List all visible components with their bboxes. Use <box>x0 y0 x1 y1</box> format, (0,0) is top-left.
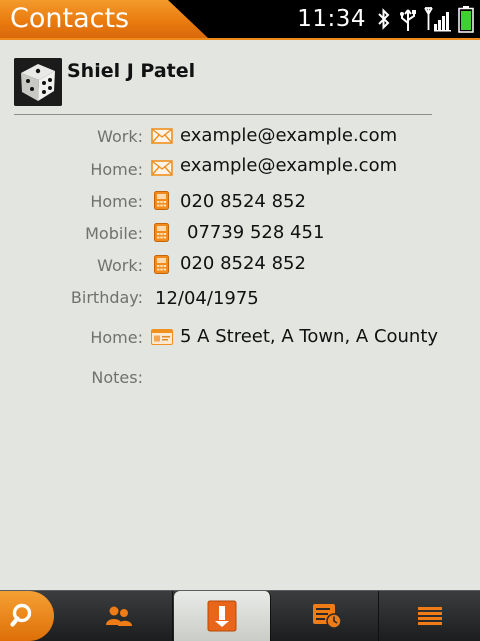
history-tab[interactable] <box>276 591 379 641</box>
dice-image <box>14 58 62 106</box>
address-card-icon <box>151 329 173 349</box>
clock: 11:34 <box>297 6 366 32</box>
home-address-label: Home: <box>90 328 143 347</box>
work-email-value[interactable]: example@example.com <box>180 125 397 146</box>
home-phone-value[interactable]: 020 8524 852 <box>180 191 306 212</box>
contact-header: Shiel J Patel <box>14 58 432 116</box>
phone-icon <box>154 223 169 246</box>
search-icon <box>10 603 32 627</box>
phone-icon <box>154 255 169 278</box>
bottom-toolbar <box>0 590 480 641</box>
bluetooth-icon <box>378 8 390 30</box>
home-email-value[interactable]: example@example.com <box>180 155 397 176</box>
app-title: Contacts <box>10 3 130 34</box>
contact-photo <box>14 58 62 106</box>
work-phone-label: Work: <box>97 256 143 275</box>
home-email-label: Home: <box>90 160 143 179</box>
battery-icon <box>458 6 474 33</box>
contact-details-tab[interactable] <box>174 591 271 641</box>
search-button[interactable] <box>0 591 54 641</box>
birthday-value: 12/04/1975 <box>155 288 259 309</box>
mobile-phone-label: Mobile: <box>85 224 143 243</box>
history-icon <box>313 604 342 629</box>
contacts-icon <box>106 606 132 626</box>
notes-label: Notes: <box>91 368 143 387</box>
phone-icon <box>154 191 169 214</box>
home-address-value[interactable]: 5 A Street, A Town, A County <box>180 326 438 347</box>
usb-icon <box>400 9 416 31</box>
menu-icon <box>418 607 442 625</box>
menu-tab[interactable] <box>380 591 480 641</box>
header-divider <box>14 114 432 115</box>
status-area: 11:34 <box>297 4 474 34</box>
contact-name: Shiel J Patel <box>67 60 196 82</box>
signal-icon <box>424 7 451 32</box>
mail-icon <box>151 128 173 148</box>
mobile-phone-value[interactable]: 07739 528 451 <box>187 222 324 243</box>
title-bar: Contacts 11:34 <box>0 0 480 40</box>
work-email-label: Work: <box>97 127 143 146</box>
birthday-label: Birthday: <box>70 288 143 307</box>
work-phone-value[interactable]: 020 8524 852 <box>180 253 306 274</box>
home-phone-label: Home: <box>90 192 143 211</box>
contacts-tab[interactable] <box>66 591 173 641</box>
mail-icon <box>151 160 173 180</box>
contact-details-icon <box>207 600 237 632</box>
